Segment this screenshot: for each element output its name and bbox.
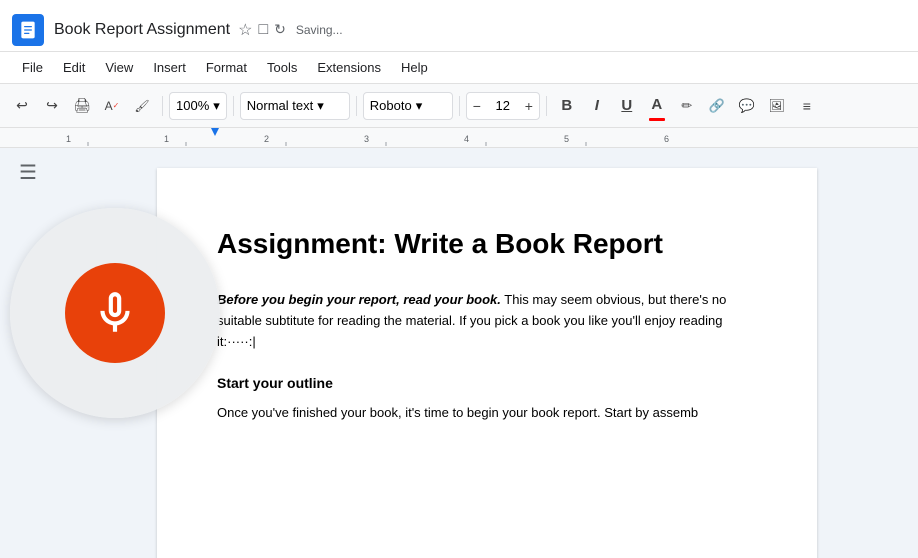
- svg-text:1: 1: [164, 134, 169, 144]
- font-size-box: − 12 +: [466, 92, 540, 120]
- svg-text:1: 1: [66, 134, 71, 144]
- paint-format-button[interactable]: 🖌: [128, 92, 156, 120]
- font-size-decrease[interactable]: −: [467, 92, 487, 120]
- toolbar: ↩ ↪ 🖨 A✓ 🖌 100% ▾ Normal text ▾ Roboto ▾…: [0, 84, 918, 128]
- title-area: Book Report Assignment ☆ □ ↻ Saving...: [54, 20, 906, 40]
- separator-5: [546, 96, 547, 116]
- menu-insert[interactable]: Insert: [143, 56, 196, 79]
- cloud-icon[interactable]: ↻: [274, 21, 286, 38]
- link-button[interactable]: 🔗: [703, 92, 731, 120]
- main-area: ☰ Assignment: Write a Book Report Before…: [0, 148, 918, 558]
- document-title: Assignment: Write a Book Report: [217, 228, 757, 260]
- menu-help[interactable]: Help: [391, 56, 438, 79]
- insert-comment-button[interactable]: 💬: [733, 92, 761, 120]
- separator-4: [459, 96, 460, 116]
- menu-view[interactable]: View: [95, 56, 143, 79]
- drive-icon[interactable]: □: [258, 21, 268, 39]
- separator-2: [233, 96, 234, 116]
- zoom-value: 100%: [176, 98, 209, 113]
- font-size-increase[interactable]: +: [519, 92, 539, 120]
- menu-format[interactable]: Format: [196, 56, 257, 79]
- font-selector[interactable]: Roboto ▾: [363, 92, 453, 120]
- text-style-arrow: ▾: [317, 98, 324, 114]
- svg-text:6: 6: [664, 134, 669, 144]
- font-value: Roboto: [370, 98, 412, 113]
- highlight-button[interactable]: ✏: [673, 92, 701, 120]
- insert-image-button[interactable]: 🖼: [763, 92, 791, 120]
- menu-bar: File Edit View Insert Format Tools Exten…: [0, 52, 918, 84]
- paragraph-1: Before you begin your report, read your …: [217, 290, 757, 352]
- menu-extensions[interactable]: Extensions: [307, 56, 391, 79]
- font-color-wrapper: A: [643, 90, 671, 121]
- bold-button[interactable]: B: [553, 92, 581, 120]
- section-2-body: Once you've finished your book, it's tim…: [217, 403, 757, 424]
- svg-text:5: 5: [564, 134, 569, 144]
- zoom-selector[interactable]: 100% ▾: [169, 92, 227, 120]
- separator-1: [162, 96, 163, 116]
- saving-text: Saving...: [296, 23, 343, 37]
- font-color-underline: [649, 118, 665, 121]
- menu-tools[interactable]: Tools: [257, 56, 307, 79]
- svg-text:2: 2: [264, 134, 269, 144]
- doc-title-row: Book Report Assignment ☆ □ ↻ Saving...: [54, 20, 906, 40]
- text-style-value: Normal text: [247, 98, 313, 113]
- spellcheck-button[interactable]: A✓: [98, 92, 126, 120]
- svg-text:3: 3: [364, 134, 369, 144]
- doc-area: Assignment: Write a Book Report Before y…: [56, 148, 918, 558]
- doc-icon: [12, 14, 44, 46]
- menu-file[interactable]: File: [12, 56, 53, 79]
- undo-button[interactable]: ↩: [8, 92, 36, 120]
- mic-button[interactable]: [65, 263, 165, 363]
- separator-3: [356, 96, 357, 116]
- print-button[interactable]: 🖨: [68, 92, 96, 120]
- title-bar: Book Report Assignment ☆ □ ↻ Saving...: [0, 0, 918, 52]
- text-style-selector[interactable]: Normal text ▾: [240, 92, 350, 120]
- more-options-button[interactable]: ≡: [793, 92, 821, 120]
- font-arrow: ▾: [416, 98, 423, 114]
- document-body: Before you begin your report, read your …: [217, 290, 757, 424]
- italic-button[interactable]: I: [583, 92, 611, 120]
- doc-title-text: Book Report Assignment: [54, 21, 230, 39]
- redo-button[interactable]: ↪: [38, 92, 66, 120]
- sidebar: ☰: [0, 148, 56, 558]
- page: Assignment: Write a Book Report Before y…: [157, 168, 817, 558]
- zoom-dropdown-arrow: ▾: [213, 98, 220, 114]
- paragraph-1-bold: Before you begin your report, read your …: [217, 292, 501, 307]
- title-icons: ☆ □ ↻ Saving...: [238, 20, 342, 40]
- font-color-button[interactable]: A: [643, 90, 671, 118]
- ruler: 1 1 2 3 4 5 6: [0, 128, 918, 148]
- menu-edit[interactable]: Edit: [53, 56, 95, 79]
- underline-button[interactable]: U: [613, 92, 641, 120]
- svg-text:4: 4: [464, 134, 469, 144]
- outline-icon[interactable]: ☰: [19, 160, 37, 185]
- section-2-heading: Start your outline: [217, 372, 757, 394]
- star-icon[interactable]: ☆: [238, 20, 252, 40]
- font-size-input[interactable]: 12: [487, 98, 519, 113]
